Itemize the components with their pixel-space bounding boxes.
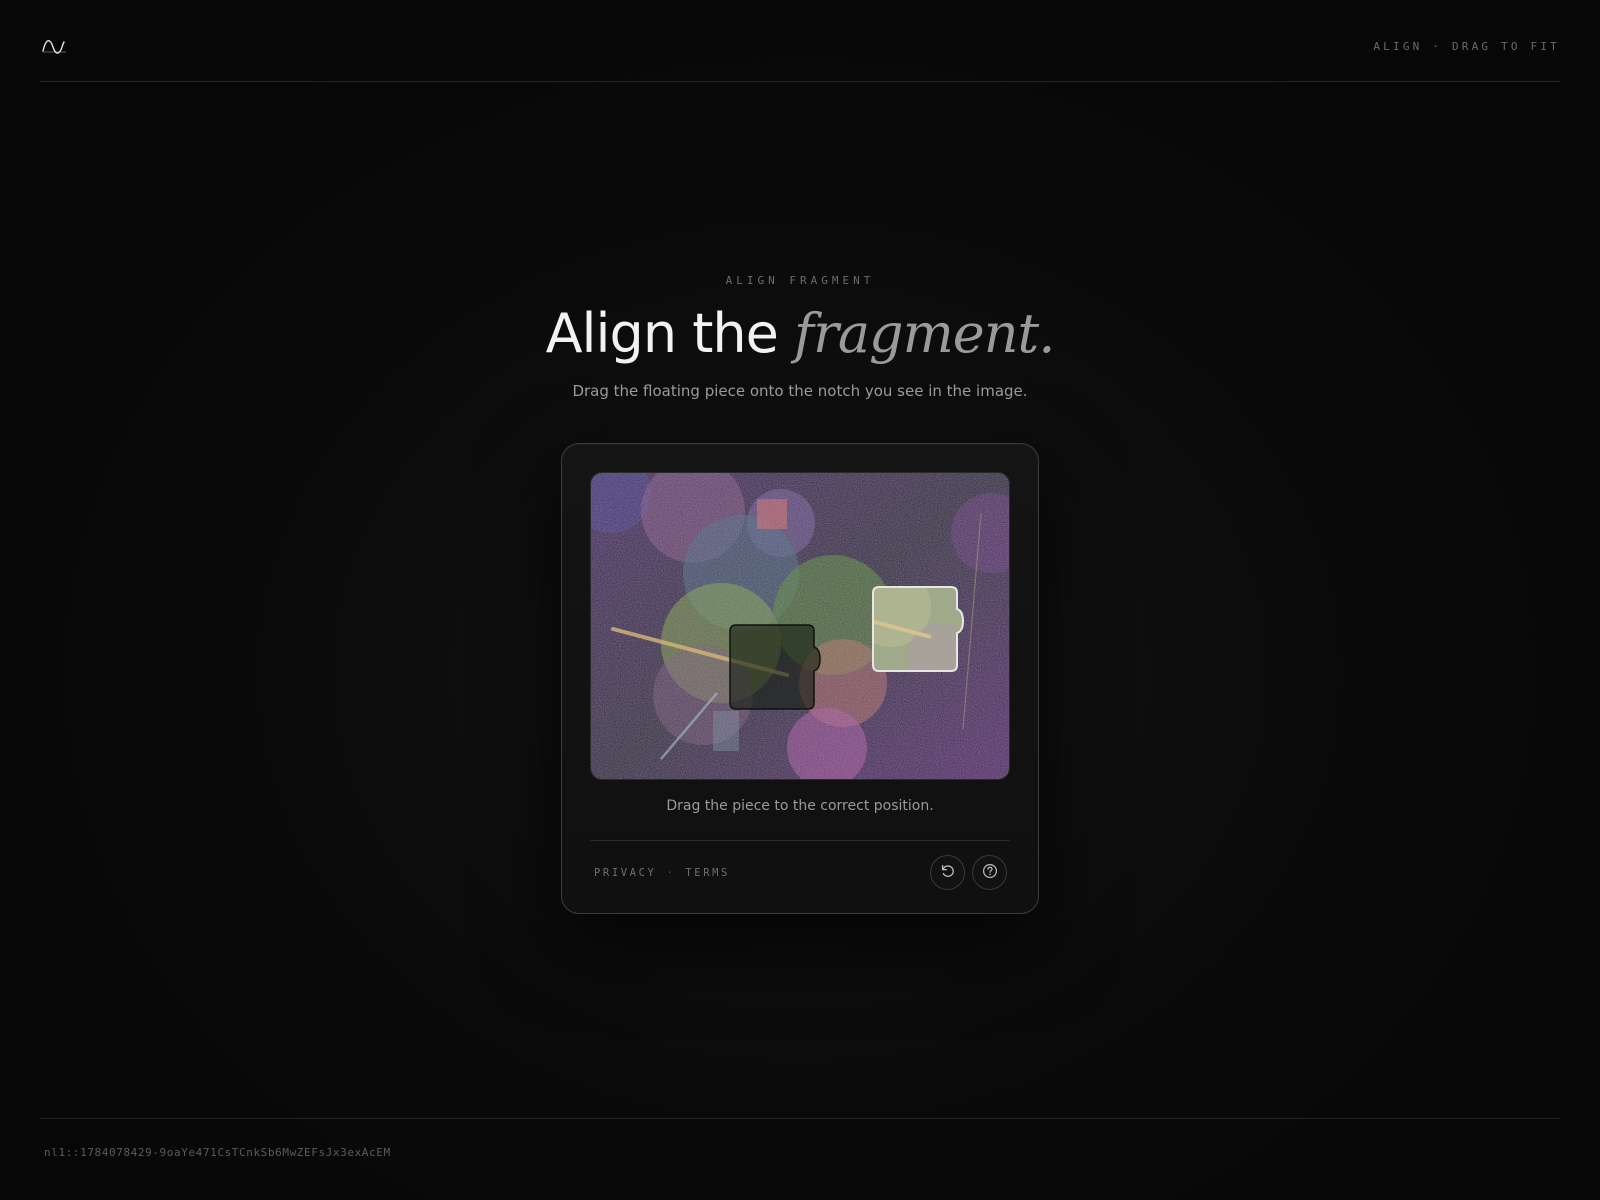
captcha-card: Drag the piece to the correct position. … <box>561 443 1039 914</box>
legal-separator: · <box>666 867 676 879</box>
title-accent: fragment. <box>794 302 1055 365</box>
captcha-instruction: Drag the piece to the correct position. <box>666 798 934 814</box>
session-token: nl1::1784078429-9oaYe471CsTCnkSb6MwZEFsJ… <box>44 1146 391 1159</box>
target-notch <box>729 624 821 710</box>
footer-divider <box>40 1118 1560 1119</box>
header-tag: ALIGN · DRAG TO FIT <box>1373 40 1560 53</box>
refresh-button[interactable] <box>930 855 965 890</box>
page-subtitle: Drag the floating piece onto the notch y… <box>572 382 1028 400</box>
legal-links: PRIVACY · TERMS <box>594 867 730 879</box>
eyebrow-label: ALIGN FRAGMENT <box>725 274 875 287</box>
wave-logo-icon[interactable] <box>42 36 68 56</box>
privacy-link[interactable]: PRIVACY <box>594 867 656 879</box>
help-icon <box>982 863 998 883</box>
page-title: Align the fragment. <box>0 298 1600 370</box>
puzzle-canvas <box>590 472 1010 780</box>
help-button[interactable] <box>972 855 1007 890</box>
title-plain: Align the <box>545 302 795 365</box>
refresh-icon <box>940 863 956 883</box>
terms-link[interactable]: TERMS <box>685 867 730 879</box>
top-bar: ALIGN · DRAG TO FIT <box>40 0 1560 82</box>
card-divider <box>590 840 1010 841</box>
